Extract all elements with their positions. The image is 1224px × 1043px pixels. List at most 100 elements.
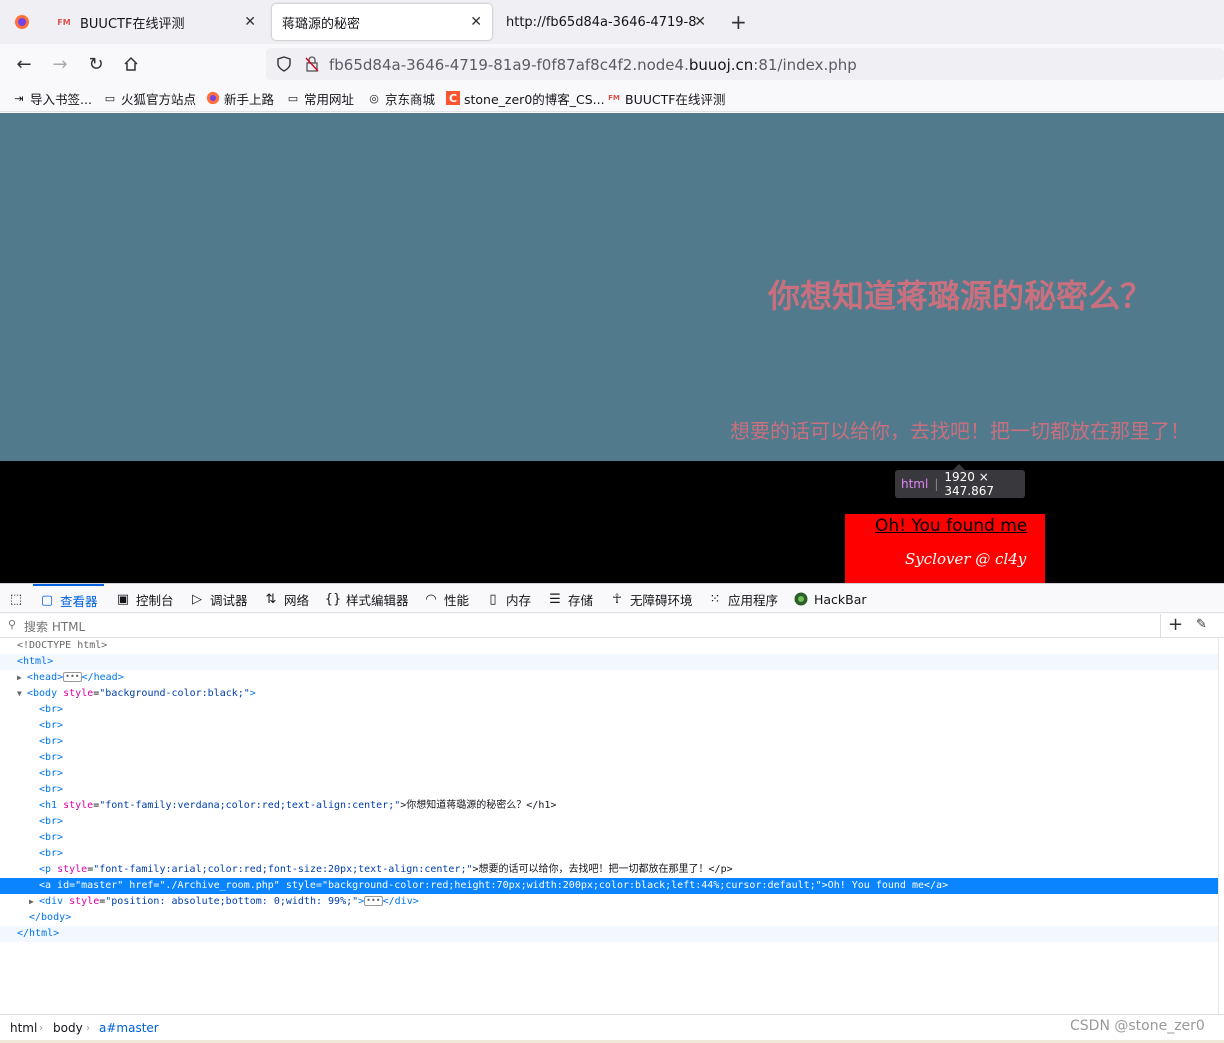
- shield-icon[interactable]: [276, 56, 292, 76]
- tree-br[interactable]: <br>: [0, 830, 1218, 846]
- tag-text: </body>: [29, 912, 72, 923]
- tree-html-close[interactable]: </html>: [0, 926, 1218, 942]
- master-link-text[interactable]: Oh! You found me: [875, 516, 1027, 536]
- bookmark-buuctf[interactable]: FM BUUCTF在线评测: [607, 89, 725, 107]
- tab-label: 蒋璐源的秘密: [282, 16, 361, 32]
- tree-div[interactable]: ▶ <div style="position: absolute;bottom: …: [0, 894, 1218, 910]
- tab-application[interactable]: ⁙ 应用程序: [707, 584, 778, 614]
- tree-html[interactable]: <html>: [0, 654, 1218, 670]
- attr-name: style: [69, 896, 100, 907]
- search-input[interactable]: 搜索 HTML: [24, 618, 85, 635]
- tree-head[interactable]: ▶ <head> ••• </head>: [0, 670, 1218, 686]
- collapse-icon[interactable]: ▼: [17, 686, 27, 702]
- close-icon[interactable]: ✕: [694, 14, 706, 30]
- url-bar[interactable]: fb65d84a-3646-4719-81a9-f0f87af8c4f2.nod…: [266, 48, 1224, 80]
- insecure-lock-icon[interactable]: [304, 56, 320, 76]
- home-icon[interactable]: [119, 52, 143, 76]
- tab-firefox-view[interactable]: [4, 4, 42, 40]
- search-icon: ⚲: [8, 618, 17, 631]
- tree-p[interactable]: <p style="font-family:arial;color:red;fo…: [0, 862, 1218, 878]
- bookmark-csdn[interactable]: Cstone_zer0的博客_CS...: [446, 89, 605, 107]
- firefox-icon: [14, 14, 30, 30]
- devtools-toolbar: ⬚ ▢ 查看器 ▣ 控制台 ▷ 调试器 ⇅ 网络 {} 样式编辑器 ◠ 性能 ▯ 内存 ☰ 存储…: [0, 583, 1224, 613]
- breadcrumb: html › body › a#master: [0, 1014, 1224, 1040]
- tag-text: <div: [39, 896, 64, 907]
- tree-h1[interactable]: <h1 style="font-family:verdana;color:red…: [0, 798, 1218, 814]
- tree-br[interactable]: <br>: [0, 782, 1218, 798]
- bookmark-jd[interactable]: ◎ 京东商城: [367, 89, 435, 107]
- bookmark-firefox-site[interactable]: ▭ 火狐官方站点: [103, 89, 196, 107]
- tag-text: <head>: [27, 672, 64, 683]
- attr-name: style: [63, 688, 94, 699]
- inspector-tooltip: html | 1920 × 347.867: [895, 464, 1025, 498]
- tag-text: <br>: [39, 832, 64, 843]
- console-icon: ▣: [116, 591, 130, 607]
- tree-body-close[interactable]: </body>: [0, 910, 1218, 926]
- reload-icon[interactable]: ↻: [84, 52, 108, 76]
- close-icon[interactable]: ✕: [470, 14, 482, 30]
- breadcrumb-item[interactable]: body: [53, 1021, 83, 1035]
- tree-br[interactable]: <br>: [0, 766, 1218, 782]
- expand-icon[interactable]: ▶: [17, 670, 27, 686]
- tree-br[interactable]: <br>: [0, 734, 1218, 750]
- tab-console[interactable]: ▣ 控制台: [115, 584, 174, 614]
- buuctf-icon: FM: [57, 17, 71, 27]
- tree-scrollbar[interactable]: [1218, 638, 1224, 1014]
- picker-icon: ⬚: [9, 591, 23, 607]
- tab-style-editor[interactable]: {} 样式编辑器: [325, 584, 409, 614]
- bookmarks-bar: ⇥ 导入书签... ▭ 火狐官方站点 新手上路 ▭ 常用网址 ◎ 京东商城 Cstone…: [0, 84, 1224, 112]
- tab-label: 调试器: [210, 592, 248, 608]
- tab-storage[interactable]: ☰ 存储: [547, 584, 593, 614]
- breadcrumb-item[interactable]: html: [10, 1021, 37, 1035]
- tree-body[interactable]: ▼ <body style="background-color:black;">: [0, 686, 1218, 702]
- tag-text: <br>: [39, 768, 64, 779]
- tab-active-page[interactable]: 蒋璐源的秘密 ✕: [272, 4, 492, 40]
- tab-label: 查看器: [60, 593, 98, 609]
- tab-label: 无障碍环境: [630, 592, 693, 608]
- new-tab-icon[interactable]: +: [730, 10, 747, 34]
- element-picker-button[interactable]: ⬚: [8, 584, 29, 614]
- bookmark-common-urls[interactable]: ▭ 常用网址: [286, 89, 354, 107]
- bookmark-import[interactable]: ⇥ 导入书签...: [12, 89, 92, 107]
- tab-buuctf[interactable]: FM BUUCTF在线评测 ✕: [46, 4, 266, 40]
- tree-a-master[interactable]: <a id="master" href="./Archive_room.php"…: [0, 878, 1218, 894]
- tree-br[interactable]: <br>: [0, 702, 1218, 718]
- globe-icon: ◎: [369, 91, 379, 105]
- bookmark-getting-started[interactable]: 新手上路: [206, 89, 274, 107]
- tab-performance[interactable]: ◠ 性能: [423, 584, 469, 614]
- back-icon[interactable]: ←: [12, 52, 36, 76]
- hackbar-icon: [793, 592, 809, 606]
- tree-br[interactable]: <br>: [0, 718, 1218, 734]
- page-paragraph: 想要的话可以给你，去找吧！把一切都放在那里了！: [730, 419, 1190, 443]
- tree-doctype[interactable]: <!DOCTYPE html>: [0, 638, 1218, 654]
- tree-br[interactable]: <br>: [0, 750, 1218, 766]
- bookmark-label: 常用网址: [304, 91, 355, 107]
- tab-accessibility[interactable]: ☥ 无障碍环境: [609, 584, 693, 614]
- tab-debugger[interactable]: ▷ 调试器: [189, 584, 248, 614]
- tree-br[interactable]: <br>: [0, 846, 1218, 862]
- eyedropper-icon[interactable]: ✎: [1196, 617, 1207, 632]
- tab-memory[interactable]: ▯ 内存: [485, 584, 531, 614]
- nav-bar: ← → ↻ fb65d84a-3646-4719-81a9-f0f87af8c4…: [0, 44, 1224, 84]
- expand-icon[interactable]: ▶: [29, 894, 39, 910]
- close-icon[interactable]: ✕: [244, 14, 256, 30]
- tab-label: HackBar: [814, 591, 867, 607]
- tab-archive[interactable]: http://fb65d84a-3646-4719-81a9 ✕: [496, 4, 716, 40]
- tab-network[interactable]: ⇅ 网络: [263, 584, 309, 614]
- forward-icon[interactable]: →: [48, 52, 72, 76]
- performance-icon: ◠: [425, 591, 437, 607]
- tree-br[interactable]: <br>: [0, 814, 1218, 830]
- url-text[interactable]: fb65d84a-3646-4719-81a9-f0f87af8c4f2.nod…: [329, 56, 857, 74]
- tab-inspector[interactable]: ▢ 查看器: [33, 584, 104, 614]
- tab-hackbar[interactable]: HackBar: [793, 584, 867, 614]
- ellipsis-icon[interactable]: •••: [63, 672, 82, 682]
- memory-icon: ▯: [489, 591, 497, 607]
- breadcrumb-item[interactable]: a#master: [99, 1021, 159, 1035]
- attr-name: style: [63, 800, 94, 811]
- firefox-icon: [206, 91, 220, 105]
- bookmark-label: 火狐官方站点: [121, 91, 197, 107]
- node-text: <a id="master" href="./Archive_room.php"…: [39, 880, 949, 891]
- ellipsis-icon[interactable]: •••: [364, 896, 383, 906]
- add-node-icon[interactable]: +: [1168, 614, 1183, 635]
- master-link[interactable]: Oh! You found me Syclover @ cl4y: [845, 514, 1045, 583]
